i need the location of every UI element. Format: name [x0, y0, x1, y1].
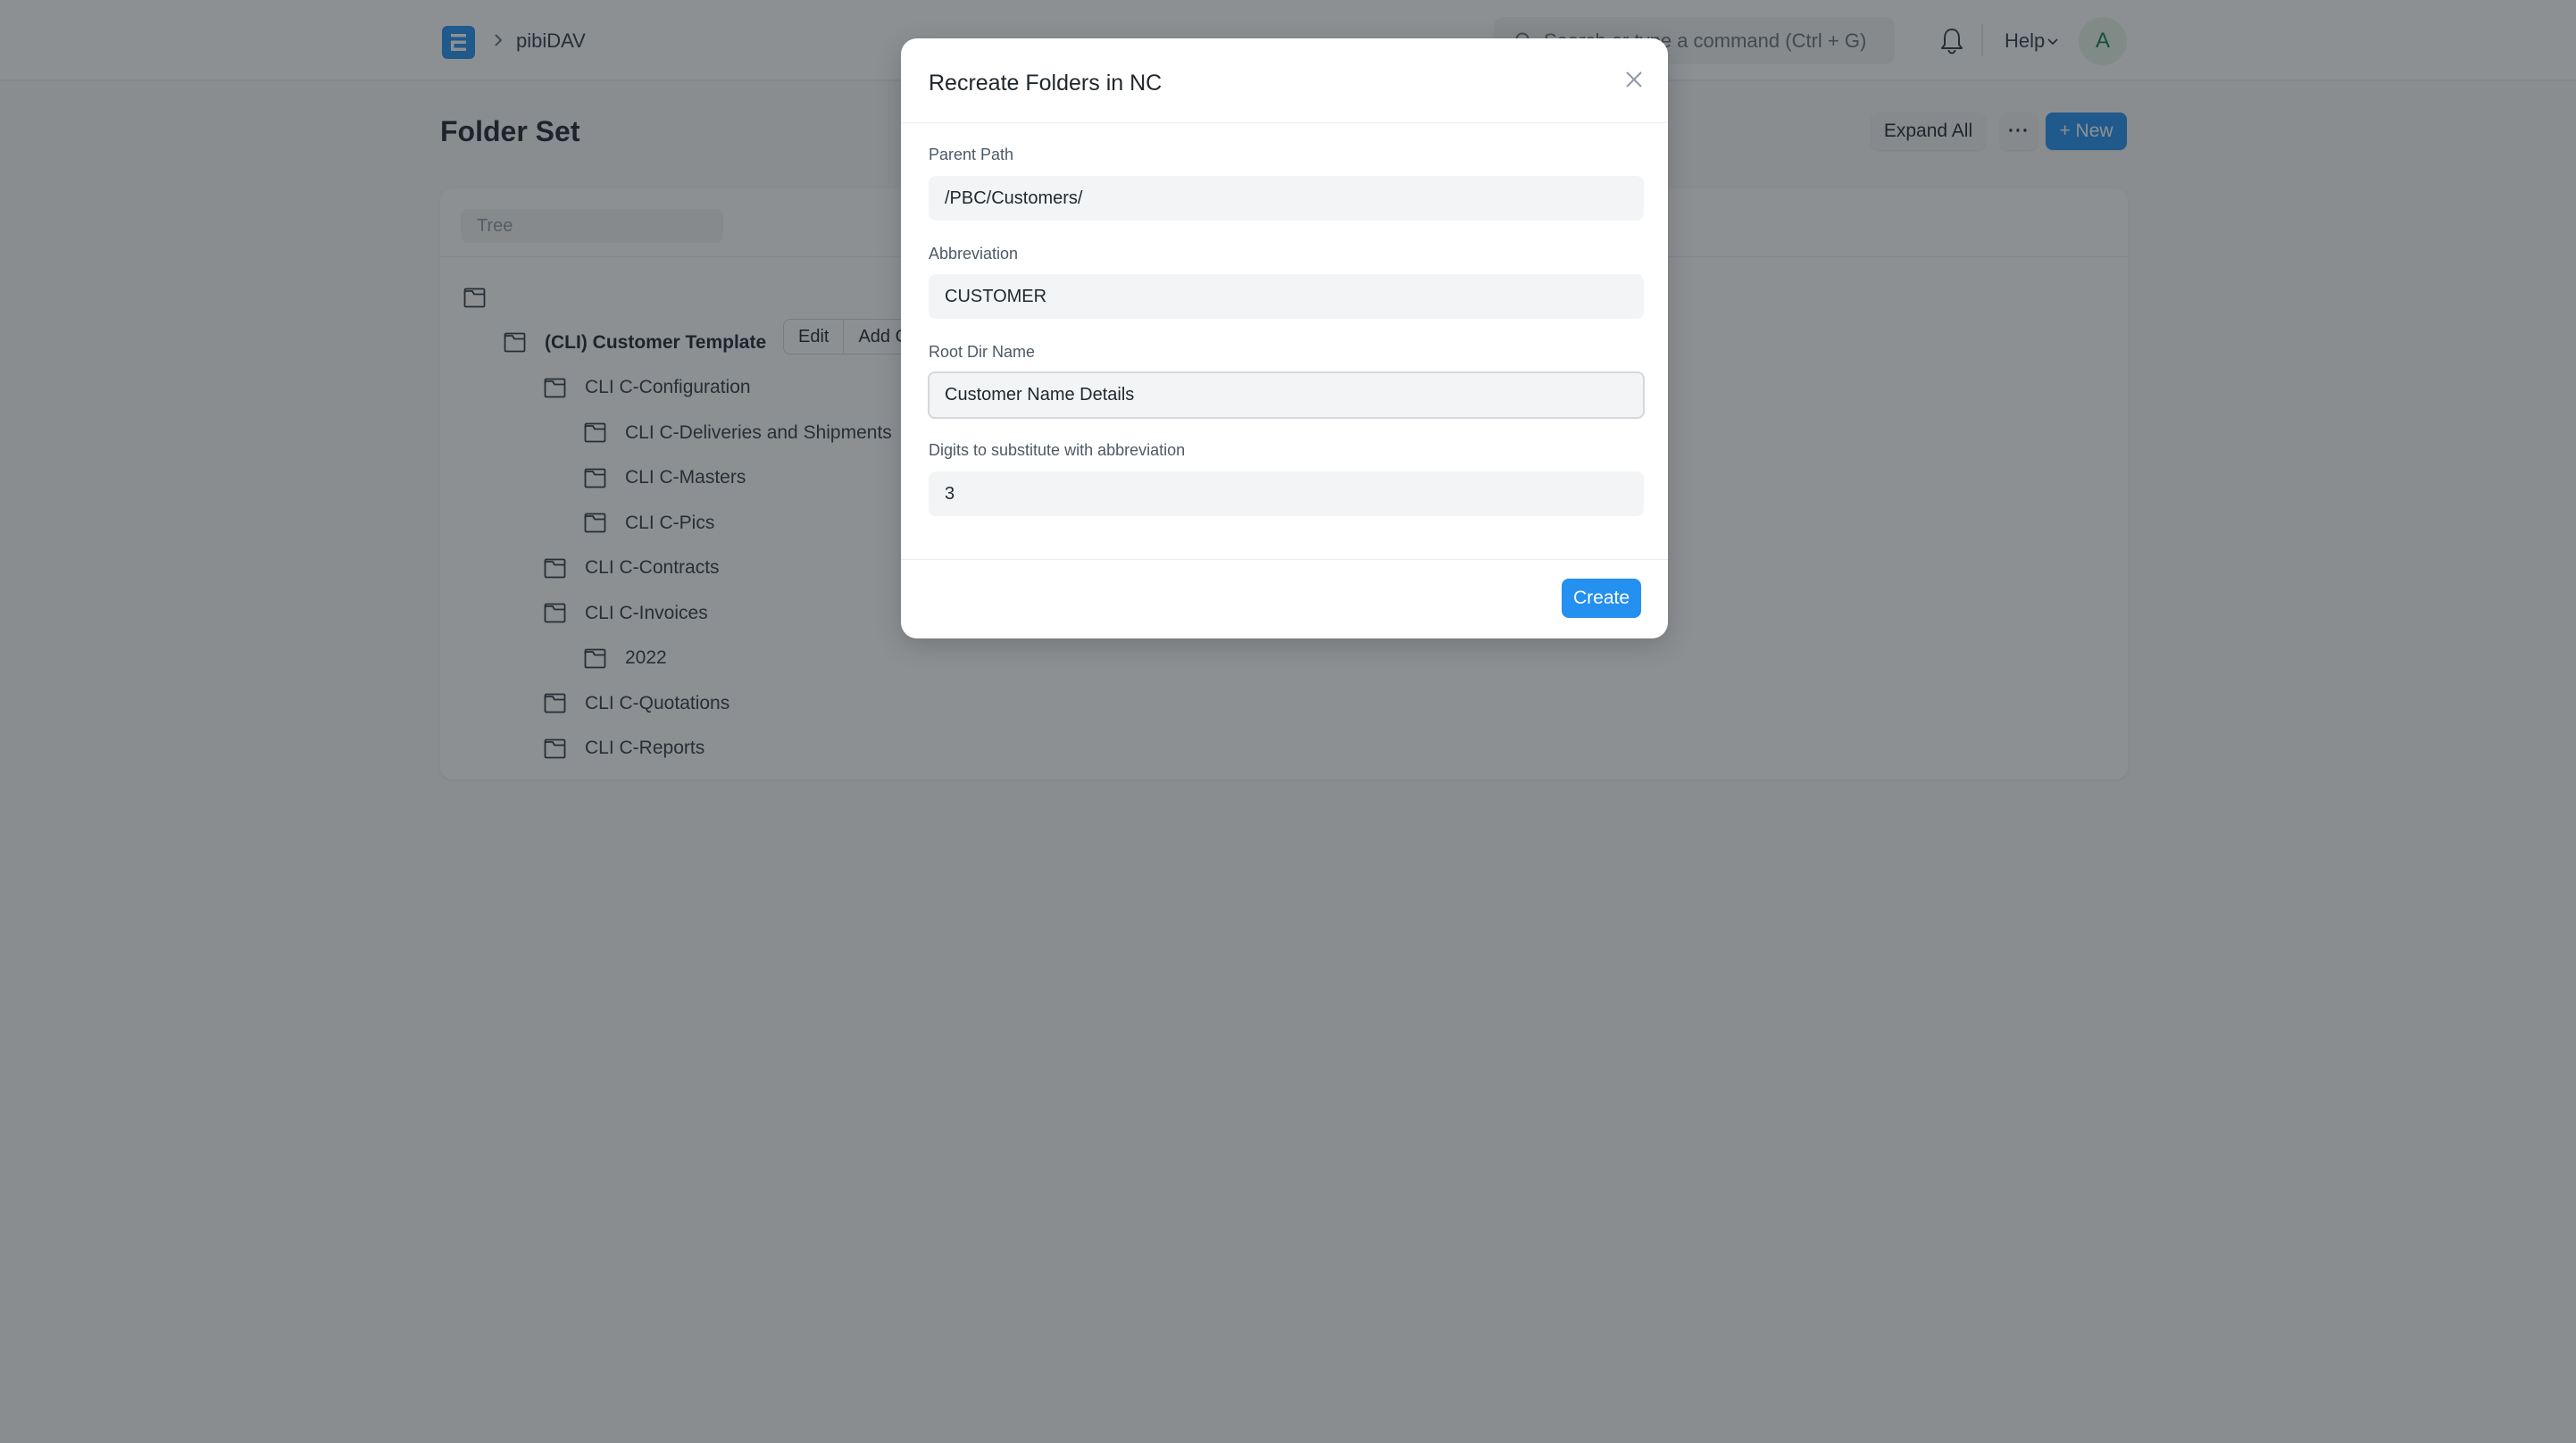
- root-dir-name-label: Root Dir Name: [929, 343, 1036, 361]
- recreate-folders-dialog: Recreate Folders in NC Parent Path Abbre…: [901, 38, 1668, 638]
- root-dir-name-input[interactable]: [928, 371, 1645, 419]
- dialog-title: Recreate Folders in NC: [929, 71, 1163, 96]
- abbreviation-input[interactable]: [929, 274, 1644, 319]
- create-button[interactable]: Create: [1562, 579, 1641, 618]
- parent-path-label: Parent Path: [929, 146, 1014, 163]
- dialog-header-divider: [901, 122, 1668, 123]
- digits-input[interactable]: [929, 471, 1644, 516]
- abbreviation-label: Abbreviation: [929, 245, 1019, 263]
- digits-label: Digits to substitute with abbreviation: [929, 441, 1186, 459]
- close-icon[interactable]: [1622, 68, 1646, 91]
- dialog-footer-divider: [901, 559, 1668, 560]
- parent-path-input[interactable]: [929, 176, 1644, 221]
